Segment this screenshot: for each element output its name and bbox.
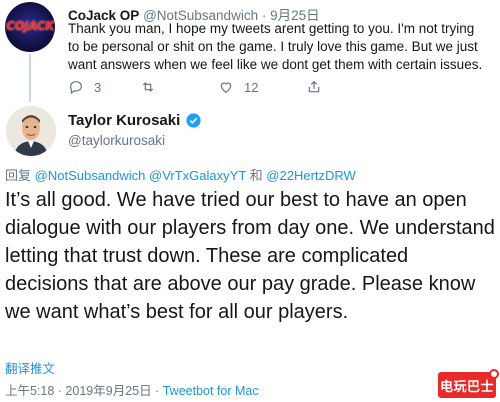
watermark-dot — [489, 369, 499, 379]
like-count: 12 — [244, 79, 259, 95]
author-name[interactable]: Taylor Kurosaki — [68, 112, 180, 129]
author-handle[interactable]: @taylorkurosaki — [68, 133, 165, 148]
heart-icon — [220, 82, 232, 94]
replying-to: 回复 @NotSubsandwich @VrTxGalaxyYT 和 @22He… — [5, 165, 356, 184]
avatar[interactable]: COJACK — [5, 2, 55, 52]
mention-link[interactable]: @VrTxGalaxyYT — [149, 168, 246, 183]
reply-tweet[interactable]: COJACK CoJack OP @NotSubsandwich · 9月25日… — [0, 0, 500, 102]
reply-tweet-text: Thank you man, I hope my tweets arent ge… — [68, 21, 483, 72]
translate-link[interactable]: 翻译推文 — [5, 358, 55, 377]
verified-badge-icon — [185, 112, 202, 129]
tweet-timestamp[interactable]: 上午5:18 · 2019年9月25日 · — [5, 384, 163, 398]
share-icon — [308, 80, 320, 93]
mention-link[interactable]: @NotSubsandwich — [35, 168, 146, 183]
mention-link[interactable]: @22HertzDRW — [266, 168, 356, 183]
replying-prefix: 回复 — [5, 168, 32, 183]
retweet-icon — [142, 82, 154, 92]
reply-button[interactable]: 3 — [68, 79, 101, 95]
reply-count: 3 — [94, 79, 102, 95]
avatar[interactable] — [6, 106, 56, 156]
retweet-button[interactable] — [140, 79, 156, 95]
reply-icon — [70, 81, 82, 95]
avatar-logo: COJACK — [6, 19, 54, 33]
thread-line — [29, 54, 31, 102]
tweet-meta: 上午5:18 · 2019年9月25日 · Tweetbot for Mac — [5, 380, 259, 399]
like-button[interactable]: 12 — [218, 79, 258, 95]
watermark-text: 电玩巴士 — [439, 378, 494, 394]
main-author-row: Taylor Kurosaki — [68, 112, 202, 129]
main-tweet-text: It’s all good. We have tried our best to… — [5, 189, 495, 323]
site-watermark-logo: 电玩巴士 — [438, 369, 499, 398]
share-button[interactable] — [306, 79, 322, 95]
tweet-source[interactable]: Tweetbot for Mac — [163, 384, 259, 398]
replying-and: 和 — [249, 168, 263, 183]
avatar-portrait — [6, 106, 56, 156]
